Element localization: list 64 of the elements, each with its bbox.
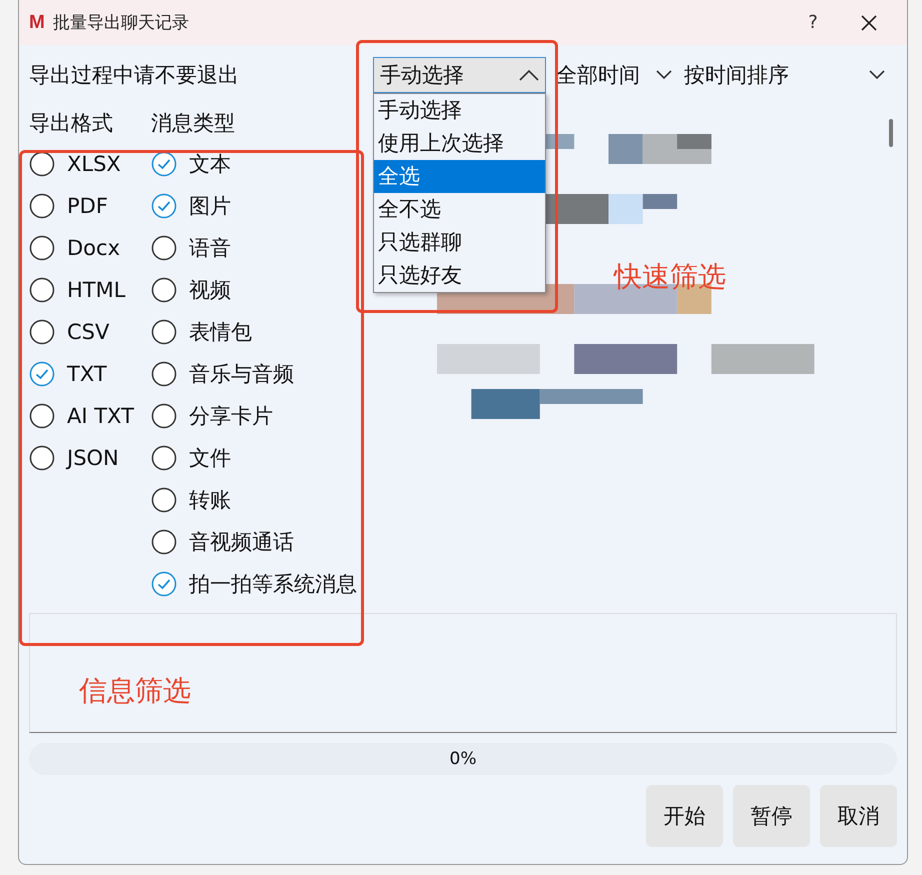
format-option[interactable]: Docx [67, 236, 120, 260]
action-button[interactable]: 暂停 [733, 785, 810, 847]
radio-icon[interactable] [29, 151, 55, 177]
checked-checkbox-icon[interactable] [151, 193, 177, 219]
checkbox-icon[interactable] [151, 277, 177, 303]
radio-icon[interactable] [29, 193, 55, 219]
checked-checkbox-icon[interactable] [151, 151, 177, 177]
menu-item[interactable]: 手动选择 [374, 94, 545, 127]
column-heading: 导出格式 [29, 110, 114, 137]
menu-item[interactable]: 使用上次选择 [374, 127, 545, 160]
format-option[interactable]: TXT [67, 362, 107, 386]
message-type-option[interactable]: 语音 [189, 234, 231, 262]
message-type-option[interactable]: 音乐与音频 [189, 360, 294, 388]
scrollbar-thumb[interactable] [889, 119, 893, 147]
message-type-option[interactable]: 图片 [189, 192, 231, 220]
checkbox-icon[interactable] [151, 445, 177, 471]
message-type-option[interactable]: 分享卡片 [189, 402, 273, 430]
radio-icon[interactable] [29, 277, 55, 303]
window-title: 批量导出聊天记录 [52, 12, 190, 34]
annotation-label: 快速筛选 [614, 259, 726, 295]
format-option[interactable]: PDF [67, 194, 108, 218]
notice-text: 导出过程中请不要退出 [29, 62, 240, 89]
caret-icon [519, 69, 539, 81]
message-type-option[interactable]: 文本 [189, 150, 231, 178]
action-button[interactable]: 取消 [820, 785, 897, 847]
format-option[interactable]: AI TXT [67, 404, 134, 428]
message-type-option[interactable]: 拍一拍等系统消息 [189, 570, 357, 598]
menu-item[interactable]: 全选 [374, 160, 545, 193]
checked-radio-icon[interactable] [29, 361, 55, 387]
menu-item[interactable]: 只选好友 [374, 259, 545, 292]
message-type-option[interactable]: 文件 [189, 444, 231, 472]
checkbox-icon[interactable] [151, 487, 177, 513]
app-logo: M [29, 12, 45, 34]
checkbox-icon[interactable] [151, 529, 177, 555]
checkbox-icon[interactable] [151, 361, 177, 387]
caret-icon [869, 70, 885, 80]
checkbox-icon[interactable] [151, 319, 177, 345]
format-option[interactable]: CSV [67, 320, 110, 344]
menu-item[interactable]: 只选群聊 [374, 226, 545, 259]
message-type-option[interactable]: 转账 [189, 486, 231, 514]
help-button[interactable]: ? [785, 2, 841, 42]
checked-checkbox-icon[interactable] [151, 571, 177, 597]
format-option[interactable]: HTML [67, 278, 126, 302]
radio-icon[interactable] [29, 319, 55, 345]
radio-icon[interactable] [29, 445, 55, 471]
radio-icon[interactable] [29, 235, 55, 261]
format-option[interactable]: JSON [67, 446, 119, 470]
action-button[interactable]: 开始 [646, 785, 723, 847]
sort-order-dropdown[interactable]: 按时间排序 [680, 61, 889, 89]
message-type-option[interactable]: 表情包 [189, 318, 252, 346]
progress-text: 0% [448, 748, 478, 771]
menu-item[interactable]: 全不选 [374, 193, 545, 226]
column-heading: 消息类型 [151, 110, 236, 137]
quick-select-dropdown[interactable]: 手动选择 [373, 57, 546, 93]
caret-icon [656, 70, 672, 80]
format-option[interactable]: XLSX [67, 152, 121, 176]
radio-icon[interactable] [29, 403, 55, 429]
message-type-option[interactable]: 视频 [189, 276, 231, 304]
close-icon [860, 14, 878, 32]
annotation-label: 信息筛选 [79, 673, 191, 709]
checkbox-icon[interactable] [151, 235, 177, 261]
checkbox-icon[interactable] [151, 403, 177, 429]
message-type-option[interactable]: 音视频通话 [189, 528, 294, 556]
time-range-dropdown[interactable]: 全部时间 [552, 61, 676, 89]
